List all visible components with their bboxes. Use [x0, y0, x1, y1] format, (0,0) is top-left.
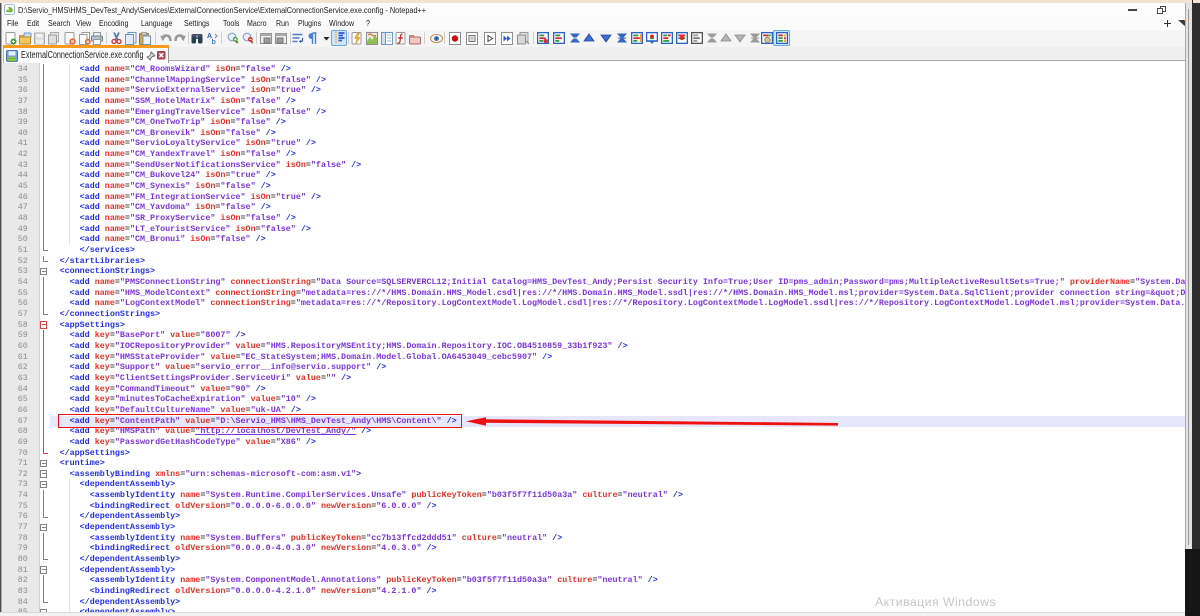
svg-text:b: b — [211, 39, 215, 45]
